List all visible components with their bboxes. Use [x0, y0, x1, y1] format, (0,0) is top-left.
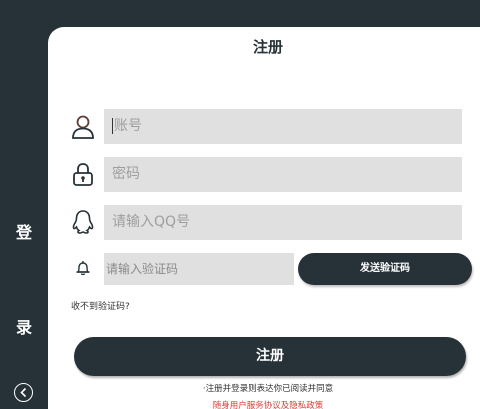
send-code-button[interactable]: 发送验证码	[298, 253, 472, 285]
qq-input[interactable]: 请输入QQ号	[104, 205, 462, 240]
user-icon	[72, 115, 94, 139]
back-button[interactable]	[14, 383, 33, 402]
no-code-link[interactable]: 收不到验证码?	[71, 299, 130, 312]
password-input[interactable]: 密码	[104, 157, 462, 192]
account-placeholder: 账号	[114, 118, 142, 134]
chevron-left-icon	[20, 387, 27, 398]
lock-icon	[73, 163, 93, 186]
verification-code-input[interactable]: 请输入验证码	[104, 253, 294, 285]
sidebar-login-char-2[interactable]: 录	[0, 314, 48, 338]
agreement-text: ·注册并登录则表达你已阅读并同意	[202, 384, 334, 394]
bell-icon	[76, 261, 90, 276]
register-card: 注册 账号 密码 请输入QQ号 请输入验证码 发送验证码 收不到验证码? 注册 …	[48, 27, 480, 409]
qq-icon	[72, 210, 94, 234]
register-button[interactable]: 注册	[74, 337, 466, 376]
sidebar: 登 录	[0, 0, 48, 409]
text-caret	[112, 118, 113, 134]
sidebar-login-char-1[interactable]: 登	[0, 219, 48, 243]
policy-link[interactable]: 随身用户服务协议及隐私政策	[48, 399, 480, 409]
page-title: 注册	[252, 38, 283, 56]
account-input[interactable]: 账号	[104, 109, 462, 144]
